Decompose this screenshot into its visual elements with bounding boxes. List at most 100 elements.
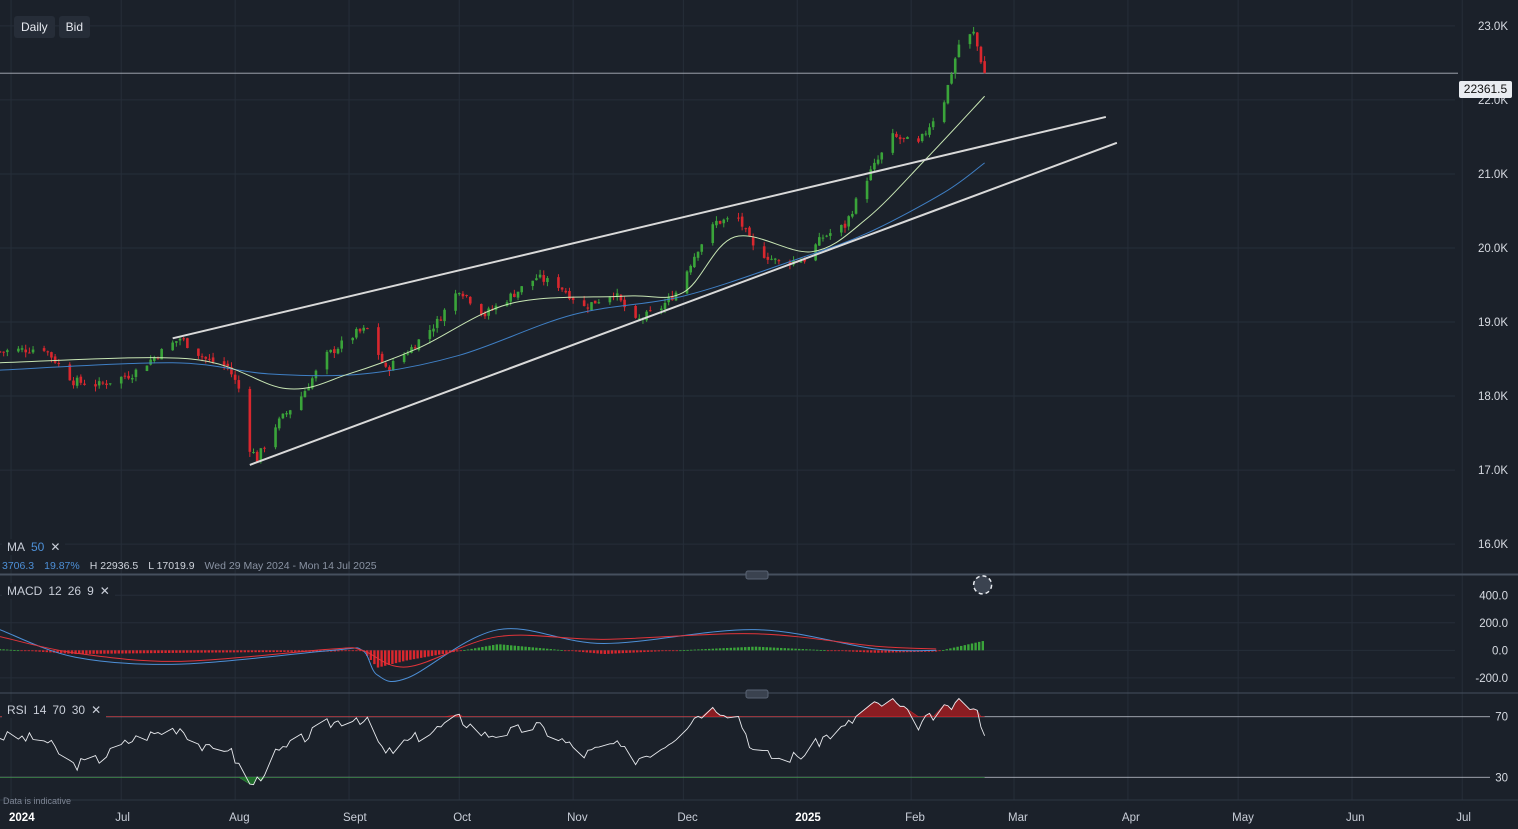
macd-indicator-label[interactable]: MACD 12 26 9 ✕: [2, 583, 115, 599]
close-icon[interactable]: ✕: [50, 540, 60, 554]
price-panel[interactable]: [0, 26, 1458, 466]
candle: [333, 349, 336, 354]
candle: [946, 84, 950, 104]
macd-histogram-bar: [744, 647, 747, 651]
macd-histogram-bar: [632, 650, 635, 653]
macd-histogram-bar: [290, 650, 293, 652]
x-tick-label: Jul: [1456, 812, 1471, 824]
close-icon[interactable]: ✕: [91, 703, 101, 717]
candle: [825, 235, 828, 237]
macd-histogram-bar: [438, 650, 441, 655]
macd-histogram-bar: [837, 650, 840, 652]
macd-signal: 9: [87, 584, 94, 598]
candle: [281, 413, 285, 419]
macd-histogram-bar: [85, 650, 88, 654]
candle: [42, 348, 46, 351]
candle: [428, 330, 432, 339]
macd-histogram-bar: [283, 650, 286, 652]
candle: [535, 278, 538, 281]
macd-histogram-bar: [45, 650, 48, 653]
macd-slow: 26: [67, 584, 82, 598]
candle: [468, 296, 472, 304]
candle: [211, 357, 215, 362]
y-tick-label: 20.0K: [1478, 243, 1508, 255]
candle: [443, 309, 446, 322]
macd-histogram-bar: [787, 648, 790, 651]
macd-histogram-bar: [708, 648, 711, 651]
candle: [226, 363, 230, 367]
macd-histogram-bar: [758, 646, 761, 651]
macd-histogram-bar: [243, 650, 246, 653]
macd-histogram-bar: [582, 650, 585, 653]
resize-handle-icon[interactable]: [745, 570, 769, 580]
macd-histogram-bar: [250, 650, 254, 653]
macd-histogram-bar: [128, 650, 131, 654]
candle: [391, 360, 395, 371]
rsi-panel[interactable]: [0, 697, 1490, 786]
interval-button[interactable]: Daily: [14, 16, 55, 38]
candle: [351, 337, 355, 341]
macd-histogram-bar: [9, 649, 12, 651]
macd-histogram-bar: [978, 641, 981, 651]
x-tick-label: May: [1232, 812, 1254, 824]
macd-histogram-bar: [24, 650, 27, 652]
macd-histogram-bar: [772, 647, 776, 651]
candle: [873, 162, 876, 170]
macd-histogram-bar: [542, 648, 545, 651]
macd-fast: 12: [48, 584, 62, 598]
rsi-indicator-label[interactable]: RSI 14 70 30 ✕: [2, 702, 107, 718]
macd-histogram-bar: [6, 649, 9, 651]
macd-histogram-bar: [967, 644, 970, 651]
macd-histogram-bar: [258, 650, 261, 653]
candle: [222, 361, 226, 366]
candle: [931, 121, 935, 128]
macd-histogram-bar: [531, 647, 534, 651]
macd-histogram-bar: [790, 648, 794, 651]
macd-histogram-bar: [567, 650, 570, 652]
macd-histogram-bar: [207, 650, 210, 653]
candle: [942, 102, 946, 123]
macd-histogram-bar: [661, 650, 664, 652]
resize-handle-icon[interactable]: [745, 689, 769, 699]
candle: [777, 260, 781, 262]
ma-indicator-label[interactable]: MA 50 ✕: [2, 539, 66, 555]
macd-histogram-bar: [510, 645, 513, 651]
rsi-tick-label: 30: [1495, 772, 1508, 784]
candle: [46, 351, 50, 353]
candle: [531, 280, 535, 287]
macd-histogram-bar: [175, 650, 178, 653]
candle: [72, 380, 75, 386]
price-type-button[interactable]: Bid: [58, 16, 91, 38]
macd-histogram-bar: [949, 648, 952, 651]
close-icon[interactable]: ✕: [100, 584, 110, 598]
candle: [891, 133, 895, 153]
candle: [94, 384, 97, 387]
macd-histogram-bar: [103, 650, 106, 654]
macd-histogram-bar: [434, 650, 437, 656]
candle: [248, 389, 252, 452]
candle: [663, 302, 667, 310]
candle: [288, 410, 292, 415]
y-tick-label: 19.0K: [1478, 317, 1508, 329]
ma-period: 50: [31, 540, 45, 554]
candle: [895, 133, 898, 137]
macd-histogram-bar: [848, 650, 851, 652]
macd-histogram-bar: [855, 650, 858, 652]
macd-histogram-bar: [344, 650, 347, 652]
macd-histogram-bar: [697, 649, 700, 651]
macd-histogram-bar: [682, 650, 686, 651]
candle: [171, 342, 174, 351]
candle: [648, 310, 652, 312]
macd-histogram-bar: [866, 650, 869, 653]
candle: [435, 318, 439, 328]
macd-histogram-bar: [873, 650, 876, 653]
chart-canvas[interactable]: 2024 Jul Aug Sept Oct Nov Dec 2025 Feb Mar Apr May J…: [0, 0, 1518, 829]
macd-histogram-bar: [337, 650, 340, 652]
candle: [843, 223, 847, 228]
macd-histogram-bar: [106, 650, 110, 654]
candle: [200, 356, 204, 358]
candle: [953, 58, 957, 74]
macd-histogram-bar: [711, 648, 714, 651]
macd-panel[interactable]: [0, 575, 993, 683]
candle: [20, 348, 24, 350]
